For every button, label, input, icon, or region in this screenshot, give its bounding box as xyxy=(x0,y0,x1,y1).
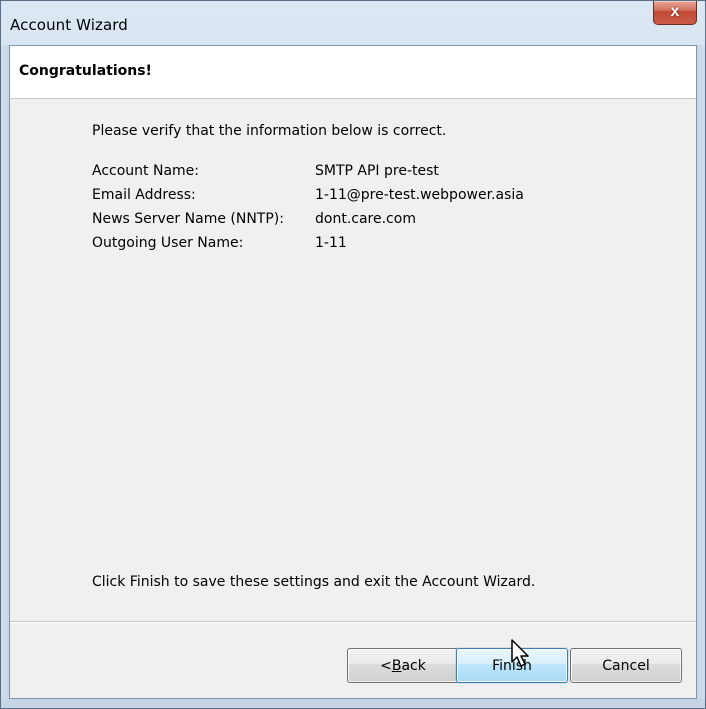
news-server-value: dont.care.com xyxy=(315,211,416,227)
outgoing-user-name-label: Outgoing User Name: xyxy=(92,235,244,251)
close-icon: x xyxy=(670,3,680,20)
news-server-label: News Server Name (NNTP): xyxy=(92,211,284,227)
detail-row-email-address: Email Address: 1-11@pre-test.webpower.as… xyxy=(92,187,612,211)
finish-button[interactable]: Finish xyxy=(456,648,568,683)
page-title: Congratulations! xyxy=(19,63,152,79)
title-bar: Account Wizard x xyxy=(1,1,705,45)
detail-row-outgoing-user: Outgoing User Name: 1-11 xyxy=(92,235,612,259)
wizard-content: Please verify that the information below… xyxy=(10,99,696,621)
detail-row-account-name: Account Name: SMTP API pre-test xyxy=(92,163,612,187)
detail-row-news-server: News Server Name (NNTP): dont.care.com xyxy=(92,211,612,235)
account-name-label: Account Name: xyxy=(92,163,199,179)
email-address-label: Email Address: xyxy=(92,187,196,203)
account-wizard-window: Account Wizard x Congratulations! Please… xyxy=(0,0,706,709)
cancel-button[interactable]: Cancel xyxy=(570,648,682,683)
back-button-mnemonic: B xyxy=(391,657,402,674)
account-details: Account Name: SMTP API pre-test Email Ad… xyxy=(92,163,612,259)
verification-intro: Please verify that the information below… xyxy=(92,123,447,139)
email-address-value: 1-11@pre-test.webpower.asia xyxy=(315,187,524,203)
finish-instruction: Click Finish to save these settings and … xyxy=(92,574,536,590)
right-window-border xyxy=(697,45,705,699)
wizard-button-bar: < Back Finish Cancel xyxy=(10,623,696,698)
back-button[interactable]: < Back xyxy=(347,648,459,683)
left-window-border xyxy=(1,45,9,699)
outgoing-user-name-value: 1-11 xyxy=(315,235,347,251)
back-button-prefix: < xyxy=(380,657,392,674)
wizard-header: Congratulations! xyxy=(10,46,696,99)
close-button[interactable]: x xyxy=(653,1,697,25)
wizard-client-area: Congratulations! Please verify that the … xyxy=(9,45,697,699)
cancel-button-label: Cancel xyxy=(602,657,650,674)
window-title: Account Wizard xyxy=(10,16,128,34)
finish-button-label: Finish xyxy=(492,657,532,674)
account-name-value: SMTP API pre-test xyxy=(315,163,439,179)
back-button-rest: ack xyxy=(401,657,426,674)
